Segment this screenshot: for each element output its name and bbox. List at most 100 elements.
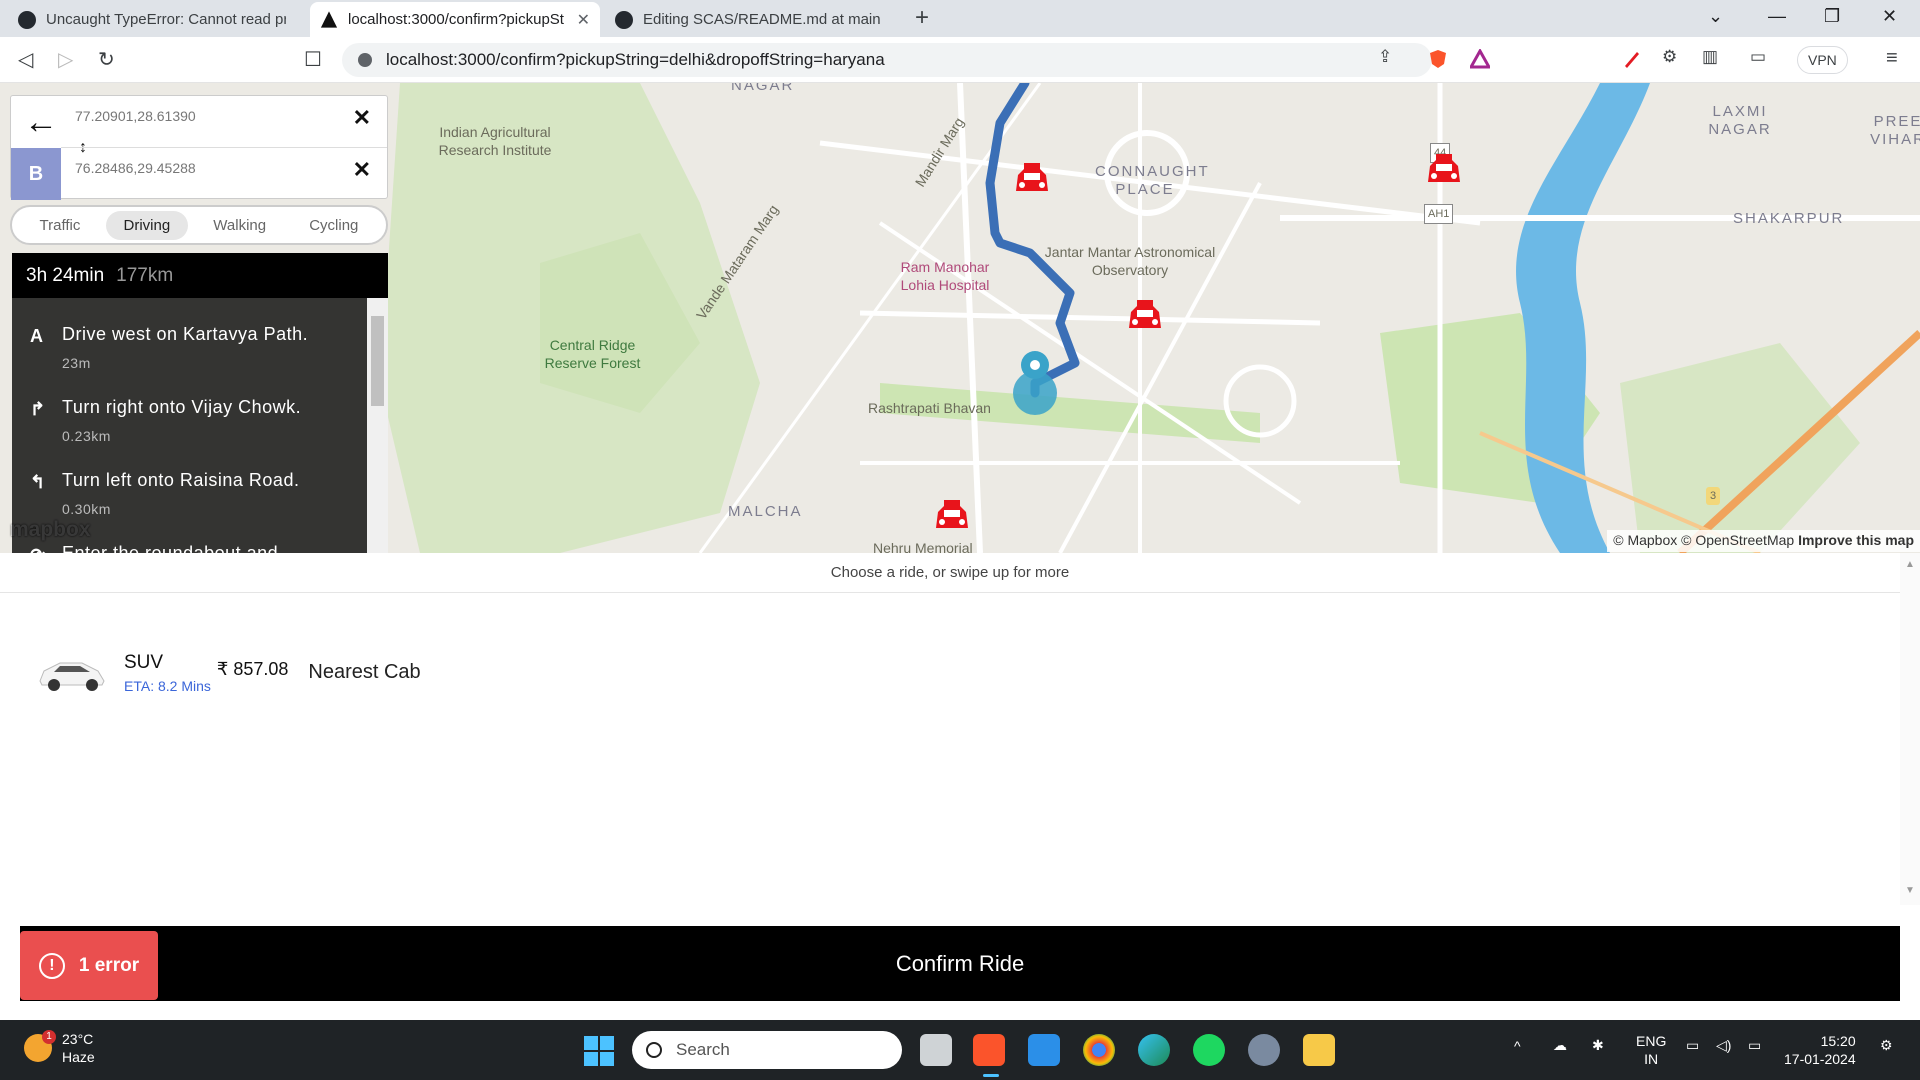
tab-title: Uncaught TypeError: Cannot read prop: [46, 11, 286, 28]
step-text: Drive west on Kartavya Path.: [62, 324, 309, 344]
maximize-icon[interactable]: ❐: [1824, 6, 1840, 27]
instruction-step[interactable]: ↱ Turn right onto Vijay Chowk. 0.23km: [12, 371, 367, 444]
extensions-icon[interactable]: ⚙: [1662, 47, 1677, 67]
ride-price: ₹ 857.08: [216, 658, 289, 679]
instruction-scrollbar[interactable]: [367, 298, 388, 553]
brave-shield-icon[interactable]: [1428, 49, 1448, 69]
page-scrollbar[interactable]: ▲ ▼: [1900, 553, 1920, 905]
ride-option[interactable]: SUV ETA: 8.2 Mins ₹ 857.08 Nearest Cab: [36, 643, 421, 703]
cab-icon[interactable]: [1424, 152, 1464, 188]
region-code: IN: [1644, 1051, 1659, 1067]
profile-cycling[interactable]: Cycling: [291, 211, 376, 240]
url-text: localhost:3000/confirm?pickupString=delh…: [386, 50, 885, 69]
step-distance: 23m: [62, 355, 91, 371]
instruction-list[interactable]: A Drive west on Kartavya Path. 23m ↱ Tur…: [12, 298, 367, 553]
map-label-laxmi-nagar: LAXMI NAGAR: [1708, 103, 1772, 138]
site-info-icon[interactable]: [358, 53, 372, 67]
minimize-icon[interactable]: —: [1768, 6, 1786, 27]
clear-destination-icon[interactable]: ✕: [353, 157, 371, 183]
brave-rewards-icon[interactable]: [1470, 49, 1490, 69]
browser-tab-bar: Uncaught TypeError: Cannot read prop loc…: [0, 0, 1920, 37]
instruction-step[interactable]: ↰ Turn left onto Raisina Road. 0.30km: [12, 444, 367, 517]
tab-localhost[interactable]: localhost:3000/confirm?pickupSt ✕: [310, 2, 600, 37]
route-distance: 177km: [116, 264, 174, 286]
file-explorer-icon[interactable]: [1303, 1034, 1335, 1066]
clear-origin-icon[interactable]: ✕: [353, 105, 371, 131]
cab-icon[interactable]: [932, 498, 972, 534]
forward-icon[interactable]: ▷: [58, 47, 73, 72]
attribution-text[interactable]: © Mapbox © OpenStreetMap: [1613, 532, 1794, 548]
bookmark-icon[interactable]: ☐: [304, 47, 322, 72]
instruction-step[interactable]: A Drive west on Kartavya Path. 23m: [12, 298, 367, 371]
cab-icon[interactable]: [1125, 298, 1165, 334]
close-window-icon[interactable]: ✕: [1882, 6, 1897, 27]
weather-widget[interactable]: 1 23°C Haze: [24, 1030, 95, 1066]
task-view-icon[interactable]: [920, 1034, 952, 1066]
wallet-icon[interactable]: ▭: [1750, 47, 1766, 67]
tab-title: Editing SCAS/README.md at main · N: [643, 11, 883, 28]
sidebar-icon[interactable]: ▥: [1702, 47, 1718, 67]
profile-walking[interactable]: Walking: [195, 211, 284, 240]
notification-badge: 1: [42, 1030, 56, 1044]
ride-tag: Nearest Cab: [308, 660, 421, 683]
map-label-central-ridge: Central Ridge Reserve Forest: [544, 337, 641, 371]
vpn-button[interactable]: VPN: [1797, 46, 1848, 74]
instruction-step[interactable]: ⟳ Enter the roundabout and: [12, 517, 367, 553]
profile-driving[interactable]: Driving: [105, 210, 189, 240]
tab-github-editor[interactable]: Editing SCAS/README.md at main · N: [605, 2, 905, 37]
scrollbar-thumb[interactable]: [371, 316, 384, 406]
profile-switcher: Traffic Driving Walking Cycling: [10, 205, 388, 245]
tab-title: localhost:3000/confirm?pickupSt: [348, 11, 564, 28]
route-duration: 3h 24min: [26, 264, 105, 286]
improve-map-link[interactable]: Improve this map: [1798, 532, 1914, 548]
app-tray-icon[interactable]: ✱: [1592, 1037, 1604, 1054]
destination-marker: B: [11, 148, 61, 200]
map-label-nagar: NAGAR: [731, 83, 795, 94]
settings-icon[interactable]: [1248, 1034, 1280, 1066]
scroll-down-icon[interactable]: ▼: [1905, 885, 1915, 896]
profile-traffic[interactable]: Traffic: [22, 211, 99, 240]
map-label-rashtrapati-bhavan: Rashtrapati Bhavan: [868, 400, 991, 416]
language-indicator[interactable]: ENG IN: [1636, 1032, 1666, 1068]
volume-icon[interactable]: ◁): [1716, 1037, 1731, 1054]
close-tab-icon[interactable]: ✕: [571, 10, 590, 30]
destination-input[interactable]: 76.28486,29.45288: [75, 148, 345, 188]
new-tab-button[interactable]: +: [915, 4, 929, 32]
show-hidden-icons[interactable]: ^: [1514, 1038, 1521, 1054]
tab-list-icon[interactable]: ⌄: [1708, 6, 1723, 27]
brave-browser-icon[interactable]: [973, 1034, 1005, 1066]
map-label-connaught: CONNAUGHT PLACE: [1095, 163, 1210, 198]
vscode-icon[interactable]: [1028, 1034, 1060, 1066]
directions-inputs: ← B 77.20901,28.61390 ✕ ↕ 76.28486,29.45…: [10, 95, 388, 200]
cab-icon[interactable]: [1012, 161, 1052, 197]
address-bar[interactable]: localhost:3000/confirm?pickupString=delh…: [342, 43, 1432, 77]
tab-error[interactable]: Uncaught TypeError: Cannot read prop: [8, 2, 308, 37]
error-badge[interactable]: ! 1 error: [20, 931, 158, 1000]
roundabout-icon: ⟳: [30, 545, 45, 553]
spotify-icon[interactable]: [1193, 1034, 1225, 1066]
onedrive-icon[interactable]: ☁: [1553, 1037, 1567, 1054]
notifications-icon[interactable]: ⚙: [1880, 1037, 1893, 1054]
map-label-jantar-mantar: Jantar Mantar Astronomical Observatory: [1044, 244, 1216, 278]
share-icon[interactable]: ⇪: [1378, 47, 1392, 67]
taskbar-search[interactable]: Search: [632, 1031, 902, 1069]
chrome-icon[interactable]: [1083, 1034, 1115, 1066]
origin-input[interactable]: 77.20901,28.61390: [75, 96, 345, 136]
search-icon: [646, 1042, 662, 1058]
network-icon[interactable]: ▭: [1686, 1037, 1699, 1054]
clock[interactable]: 15:20 17-01-2024: [1784, 1032, 1856, 1068]
back-arrow-icon[interactable]: ←: [11, 96, 71, 148]
highway-shield-ah1: AH1: [1424, 204, 1454, 224]
active-indicator: [983, 1074, 999, 1077]
back-icon[interactable]: ◁: [18, 47, 33, 72]
map-label-rml-hospital: Ram Manohar Lohia Hospital: [900, 259, 990, 293]
edge-icon[interactable]: [1138, 1034, 1170, 1066]
menu-icon[interactable]: ≡: [1886, 47, 1898, 70]
scroll-up-icon[interactable]: ▲: [1905, 559, 1915, 570]
step-distance: 0.30km: [62, 501, 111, 517]
confirm-ride-button[interactable]: Confirm Ride: [20, 926, 1900, 1001]
battery-icon[interactable]: ▭: [1748, 1037, 1761, 1054]
reload-icon[interactable]: ↻: [98, 47, 115, 72]
start-button[interactable]: [584, 1036, 614, 1066]
pen-extension-icon[interactable]: [1622, 49, 1642, 69]
